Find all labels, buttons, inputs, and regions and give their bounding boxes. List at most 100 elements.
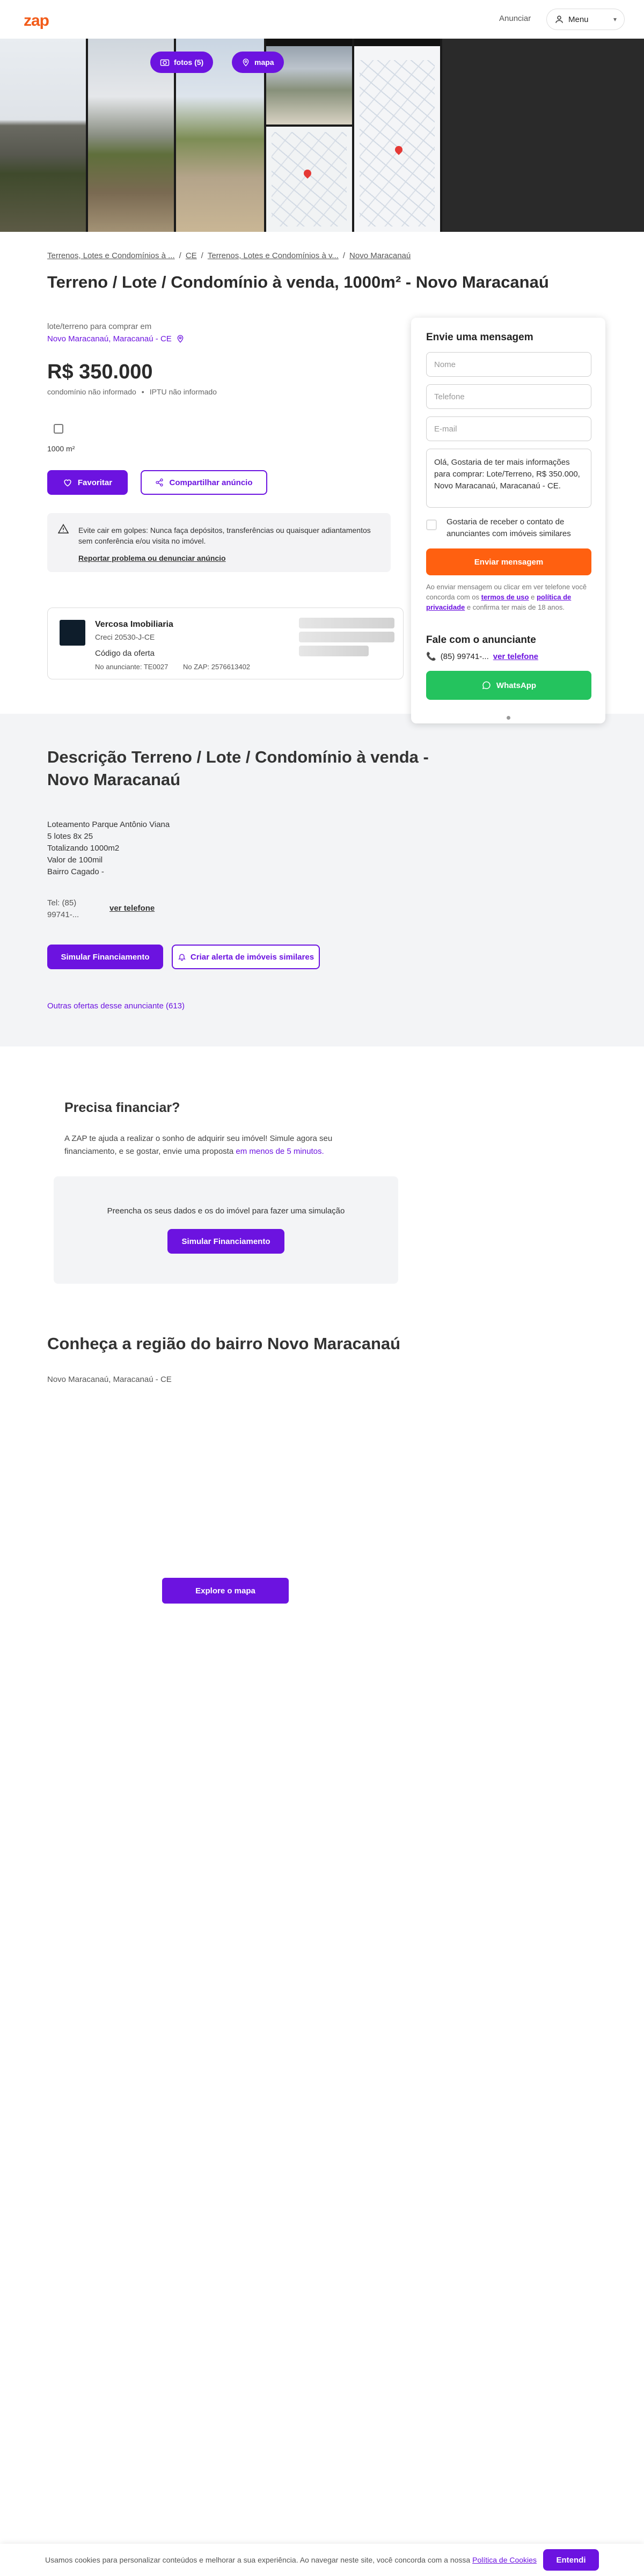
share-icon — [155, 478, 164, 487]
phone-icon: 📞 — [426, 652, 436, 661]
description-line: Bairro Cagado - — [47, 867, 104, 876]
map-button-label: mapa — [254, 58, 274, 67]
explore-map-button[interactable]: Explore o mapa — [162, 1578, 289, 1604]
map-pin-icon — [241, 57, 250, 67]
send-message-button[interactable]: Enviar mensagem — [426, 548, 591, 575]
listing-fees: condomínio não informado • IPTU não info… — [47, 387, 217, 396]
zap-logo[interactable]: zap — [24, 12, 49, 30]
whatsapp-button[interactable]: WhatsApp — [426, 671, 591, 700]
advertiser-code: No anunciante: TE0027 — [95, 663, 169, 671]
description-title: Descrição Terreno / Lote / Condomínio à … — [47, 748, 429, 789]
location-link[interactable]: Novo Maracanaú, Maracanaú - CE — [47, 334, 172, 343]
share-button[interactable]: Compartilhar anúncio — [141, 470, 267, 495]
map-pin-icon — [176, 334, 185, 343]
email-field[interactable] — [426, 416, 591, 441]
listing-location[interactable]: Novo Maracanaú, Maracanaú - CE — [47, 334, 185, 343]
loading-placeholder — [299, 618, 394, 628]
breadcrumb-item[interactable]: Terrenos, Lotes e Condomínios à v... — [208, 251, 339, 260]
financing-simulation-box: Preencha os seus dados e os do imóvel pa… — [54, 1176, 398, 1284]
camera-icon — [160, 58, 170, 67]
description-phone: Tel: (85) 99741-... — [47, 897, 79, 921]
report-link[interactable]: Reportar problema ou denunciar anúncio — [78, 554, 226, 562]
similar-contact-label[interactable]: Gostaria de receber o contato de anuncia… — [447, 516, 591, 540]
advertiser-creci: Creci 20530-J-CE — [95, 633, 155, 641]
description-line: 5 lotes 8x 25 — [47, 832, 93, 841]
similar-contact-checkbox[interactable] — [426, 519, 437, 530]
listing-area: 1000 m² — [47, 444, 75, 453]
create-alert-label: Criar alerta de imóveis similares — [190, 952, 314, 962]
offer-code-label: Código da oferta — [95, 649, 155, 658]
terms-of-use-link[interactable]: termos de uso — [481, 593, 529, 601]
simulate-financing-button[interactable]: Simular Financiamento — [47, 945, 163, 969]
terms-suffix: e confirma ter mais de 18 anos. — [466, 603, 565, 611]
breadcrumb-separator: / — [201, 251, 203, 260]
advertiser-phone: 📞 (85) 99741-... ver telefone — [426, 652, 538, 662]
simulation-prompt: Preencha os seus dados e os do imóvel pa… — [107, 1206, 345, 1216]
terms-and: e — [531, 593, 535, 601]
carousel-dot — [507, 716, 510, 720]
photos-button[interactable]: fotos (5) — [150, 52, 214, 73]
gallery-photo-5-map-screenshot[interactable] — [266, 127, 352, 232]
scam-warning: Evite cair em golpes: Nunca faça depósit… — [47, 513, 391, 572]
financing-text: A ZAP te ajuda a realizar o sonho de adq… — [64, 1132, 365, 1158]
user-icon — [554, 14, 564, 24]
photos-button-label: fotos (5) — [174, 58, 204, 67]
map-button[interactable]: mapa — [232, 52, 284, 73]
gallery-photo-4[interactable] — [266, 39, 352, 125]
warning-icon — [58, 524, 69, 533]
loading-placeholder — [299, 646, 369, 656]
other-offers-link[interactable]: Outras ofertas desse anunciante (613) — [47, 1001, 185, 1011]
dot-separator: • — [141, 387, 144, 396]
gallery-photo-7[interactable] — [442, 39, 644, 232]
cookie-text: Usamos cookies para personalizar conteúd… — [45, 2556, 537, 2564]
simulate-financing-button[interactable]: Simular Financiamento — [167, 1229, 284, 1254]
gallery-photo-1[interactable] — [0, 39, 86, 232]
phone-partial: 99741-... — [47, 910, 79, 919]
name-field[interactable] — [426, 352, 591, 377]
loading-placeholder — [299, 632, 394, 642]
zap-code: No ZAP: 2576613402 — [183, 663, 251, 671]
description-line: Loteamento Parque Antônio Viana — [47, 820, 170, 829]
photo-gallery[interactable]: fotos (5) mapa — [0, 39, 644, 232]
breadcrumb-separator: / — [179, 251, 181, 260]
listing-price: R$ 350.000 — [47, 361, 153, 383]
cookie-policy-link[interactable]: Política de Cookies — [472, 2556, 537, 2564]
area-icon — [54, 424, 63, 434]
phone-status-bar — [354, 39, 440, 46]
description-line: Totalizando 1000m2 — [47, 844, 120, 853]
accept-cookies-button[interactable]: Entendi — [543, 2549, 599, 2571]
talk-to-advertiser-title: Fale com o anunciante — [426, 634, 536, 646]
chevron-down-icon: ▾ — [613, 16, 617, 23]
menu-button[interactable]: Menu ▾ — [546, 9, 625, 30]
advertiser-logo[interactable] — [60, 620, 85, 646]
breadcrumb-item[interactable]: Novo Maracanaú — [349, 251, 411, 260]
see-phone-link[interactable]: ver telefone — [109, 904, 155, 913]
heart-icon — [63, 478, 72, 487]
breadcrumb-separator: / — [342, 251, 346, 260]
financing-text-link[interactable]: em menos de 5 minutos. — [236, 1147, 324, 1156]
phone-field[interactable] — [426, 384, 591, 409]
terms-text: Ao enviar mensagem ou clicar em ver tele… — [426, 582, 591, 612]
see-phone-link[interactable]: ver telefone — [493, 652, 538, 661]
phone-partial: (85) 99741-... — [440, 652, 489, 661]
announce-link[interactable]: Anunciar — [499, 14, 531, 23]
favorite-button[interactable]: Favoritar — [47, 470, 128, 495]
contact-card: Envie uma mensagem Olá, Gostaria de ter … — [411, 318, 605, 723]
whatsapp-button-label: WhatsApp — [496, 680, 537, 690]
contact-form-title: Envie uma mensagem — [426, 332, 533, 343]
region-title: Conheça a região do bairro Novo Maracana… — [47, 1334, 401, 1353]
map-streets — [272, 132, 347, 226]
gallery-photo-6-map-screenshot[interactable] — [354, 39, 440, 232]
share-button-label: Compartilhar anúncio — [169, 478, 253, 487]
advertiser-name[interactable]: Vercosa Imobiliaria — [95, 620, 173, 630]
site-header: zap Anunciar Menu ▾ — [0, 0, 644, 39]
breadcrumb-item[interactable]: Terrenos, Lotes e Condomínios à ... — [47, 251, 175, 260]
message-field[interactable]: Olá, Gostaria de ter mais informações pa… — [426, 449, 591, 508]
description-text: Loteamento Parque Antônio Viana 5 lotes … — [47, 819, 170, 878]
create-alert-button[interactable]: Criar alerta de imóveis similares — [172, 945, 320, 969]
phone-partial: Tel: (85) — [47, 898, 77, 908]
breadcrumb-item[interactable]: CE — [186, 251, 197, 260]
iptu-fee: IPTU não informado — [149, 387, 217, 396]
listing-subtitle: lote/terreno para comprar em — [47, 322, 152, 331]
condo-fee: condomínio não informado — [47, 387, 136, 396]
